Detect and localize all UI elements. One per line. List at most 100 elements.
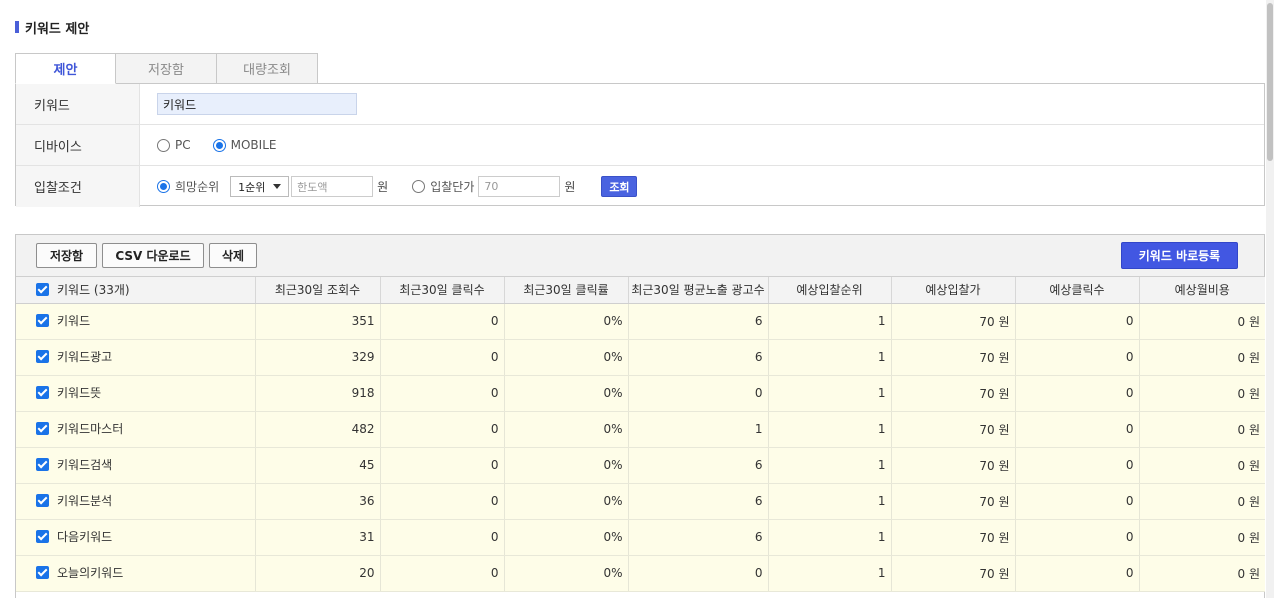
tab-bulk-search[interactable]: 대량조회	[217, 53, 318, 84]
limit-unit: 원	[377, 180, 389, 194]
header-est-bid[interactable]: 예상입찰가	[891, 277, 1016, 304]
rank-select[interactable]: 1순위	[230, 176, 290, 197]
row-checkbox[interactable]	[36, 386, 49, 399]
cell-views: 45	[255, 447, 381, 484]
keyword-text: 다음키워드	[57, 530, 113, 544]
table-row[interactable]: 오늘의키워드 20 0 0% 0 1 70 원00 원	[16, 555, 1265, 592]
cell-est-bid: 70 원	[891, 483, 1016, 520]
cell-keyword: 키워드마스터	[16, 411, 256, 448]
keyword-text: 오늘의키워드	[57, 566, 124, 580]
row-checkbox[interactable]	[36, 350, 49, 363]
cell-est-cost: 0 원	[1139, 411, 1265, 448]
save-button[interactable]: 저장함	[36, 243, 97, 268]
cell-est-rank: 1	[768, 411, 892, 448]
delete-button[interactable]: 삭제	[209, 243, 257, 268]
cell-keyword: 키워드분석	[16, 483, 256, 520]
search-button[interactable]: 조회	[601, 176, 638, 197]
title-marker	[15, 21, 19, 33]
cell-est-cost: 0 원	[1139, 483, 1265, 520]
cell-ctr: 0%	[504, 411, 629, 448]
cell-ctr: 0%	[504, 519, 629, 556]
header-est-clicks[interactable]: 예상클릭수	[1015, 277, 1140, 304]
cell-avg-ads: 6	[628, 519, 769, 556]
cell-est-cost: 0 원	[1139, 375, 1265, 412]
table-row[interactable]: 다음키워드 31 0 0% 6 1 70 원00 원	[16, 519, 1265, 556]
keyword-row: 키워드 키워드	[16, 84, 1264, 125]
bid-row: 입찰조건 희망순위 1순위 한도액 원 입찰단가 70 원 조회	[16, 166, 1264, 207]
cell-clicks: 0	[380, 303, 505, 340]
cell-est-bid: 70 원	[891, 447, 1016, 484]
cell-est-clicks: 0	[1015, 339, 1140, 376]
device-option-pc[interactable]: PC	[157, 138, 191, 152]
cell-clicks: 0	[380, 339, 505, 376]
select-all-checkbox[interactable]	[36, 282, 49, 296]
rank-option[interactable]: 희망순위	[157, 178, 219, 195]
scrollbar-thumb[interactable]	[1267, 3, 1273, 161]
result-toolbar: 저장함 CSV 다운로드 삭제 키워드 바로등록	[16, 235, 1264, 277]
keyword-input[interactable]: 키워드	[157, 93, 357, 115]
table-row[interactable]: 키워드뜻 918 0 0% 0 1 70 원00 원	[16, 375, 1265, 412]
header-keyword-label: 키워드 (33개)	[57, 282, 130, 297]
rank-radio-label: 희망순위	[175, 180, 220, 194]
keyword-text: 키워드분석	[57, 494, 113, 508]
cell-views: 31	[255, 519, 381, 556]
row-checkbox[interactable]	[36, 458, 49, 471]
cell-ctr: 0%	[504, 555, 629, 592]
table-header-row: 키워드 (33개) 최근30일 조회수 최근30일 클릭수 최근30일 클릭률 …	[16, 277, 1265, 304]
table-row[interactable]: 키워드 351 0 0% 6 1 70 원00 원	[16, 303, 1265, 340]
table-row[interactable]: 키워드검색 45 0 0% 6 1 70 원00 원	[16, 447, 1265, 484]
price-radio[interactable]	[412, 180, 426, 193]
page-scrollbar[interactable]	[1266, 0, 1274, 598]
tab-suggest[interactable]: 제안	[15, 53, 116, 84]
cell-est-rank: 1	[768, 339, 892, 376]
row-checkbox[interactable]	[36, 530, 49, 543]
price-unit: 원	[564, 180, 576, 194]
keyword-text: 키워드검색	[57, 458, 113, 472]
cell-views: 20	[255, 555, 381, 592]
device-label: 디바이스	[16, 125, 140, 165]
cell-keyword: 키워드뜻	[16, 375, 256, 412]
row-checkbox[interactable]	[36, 314, 49, 327]
table-row[interactable]: 키워드분석 36 0 0% 6 1 70 원00 원	[16, 483, 1265, 520]
row-checkbox[interactable]	[36, 494, 49, 507]
pc-radio[interactable]	[157, 138, 170, 152]
header-keyword[interactable]: 키워드 (33개)	[16, 277, 256, 304]
header-avg-ads[interactable]: 최근30일 평균노출 광고수	[628, 277, 769, 304]
rank-radio[interactable]	[157, 180, 170, 193]
tab-saved[interactable]: 저장함	[116, 53, 217, 84]
limit-input[interactable]: 한도액	[291, 176, 374, 197]
row-checkbox[interactable]	[36, 422, 49, 435]
header-est-cost[interactable]: 예상월비용	[1139, 277, 1265, 304]
header-clicks[interactable]: 최근30일 클릭수	[380, 277, 505, 304]
table-body: 키워드 351 0 0% 6 1 70 원00 원 키워드광고 329 0 0% 6 1 70 원00 원…	[16, 303, 1265, 592]
cell-ctr: 0%	[504, 447, 629, 484]
keyword-text: 키워드마스터	[57, 422, 124, 436]
cell-clicks: 0	[380, 483, 505, 520]
cell-clicks: 0	[380, 375, 505, 412]
keyword-text: 키워드뜻	[57, 386, 102, 400]
cell-ctr: 0%	[504, 303, 629, 340]
header-est-rank[interactable]: 예상입찰순위	[768, 277, 892, 304]
cell-est-cost: 0 원	[1139, 339, 1265, 376]
cell-clicks: 0	[380, 555, 505, 592]
price-option[interactable]: 입찰단가	[412, 178, 474, 195]
cell-est-cost: 0 원	[1139, 519, 1265, 556]
cell-views: 482	[255, 411, 381, 448]
table-row[interactable]: 키워드광고 329 0 0% 6 1 70 원00 원	[16, 339, 1265, 376]
register-keyword-button[interactable]: 키워드 바로등록	[1121, 242, 1238, 269]
cell-est-clicks: 0	[1015, 303, 1140, 340]
cell-clicks: 0	[380, 411, 505, 448]
header-ctr[interactable]: 최근30일 클릭률	[504, 277, 629, 304]
device-option-mobile[interactable]: MOBILE	[212, 138, 276, 152]
table-row[interactable]: 키워드마스터 482 0 0% 1 1 70 원00 원	[16, 411, 1265, 448]
price-radio-label: 입찰단가	[430, 180, 475, 194]
mobile-radio[interactable]	[212, 138, 226, 152]
page-title: 키워드 제안	[15, 19, 89, 37]
csv-download-button[interactable]: CSV 다운로드	[102, 243, 204, 268]
row-checkbox[interactable]	[36, 566, 49, 579]
cell-views: 351	[255, 303, 381, 340]
cell-est-rank: 1	[768, 519, 892, 556]
header-views[interactable]: 최근30일 조회수	[255, 277, 381, 304]
price-input[interactable]: 70	[478, 176, 561, 197]
device-row: 디바이스 PC MOBILE	[16, 125, 1264, 166]
